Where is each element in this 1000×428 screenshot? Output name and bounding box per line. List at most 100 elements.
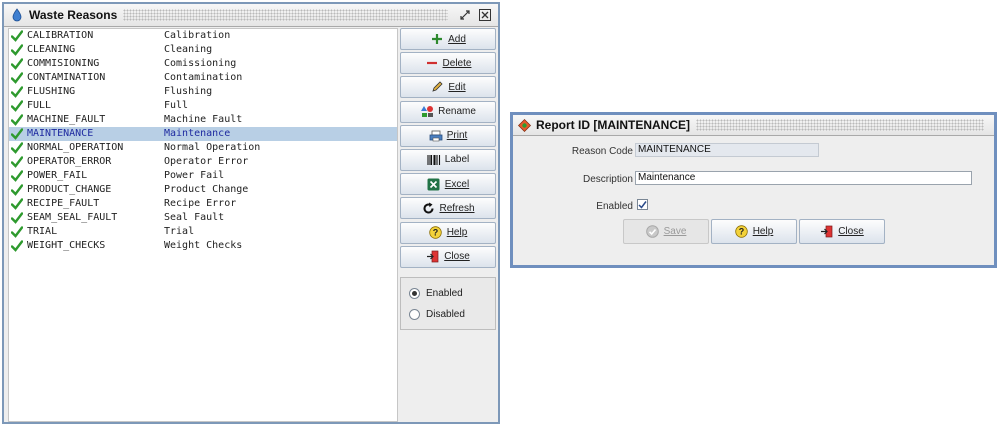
checkmark-icon (11, 212, 23, 224)
table-row[interactable]: SEAM_SEAL_FAULT Seal Fault (9, 211, 397, 225)
disabled-radio-dot[interactable] (409, 309, 420, 320)
table-row[interactable]: POWER_FAIL Power Fail (9, 169, 397, 183)
rename-button[interactable]: Rename (400, 100, 496, 123)
table-row[interactable]: TRIAL Trial (9, 225, 397, 239)
reason-description: Full (164, 100, 189, 111)
table-row[interactable]: OPERATOR_ERROR Operator Error (9, 155, 397, 169)
dialog-title-bar[interactable]: Report ID [MAINTENANCE] (513, 115, 994, 136)
reason-code: CLEANING (27, 44, 76, 55)
checkmark-icon (11, 86, 23, 98)
print-button-label: Print (446, 130, 468, 142)
reason-description: Flushing (164, 86, 213, 97)
help-button[interactable]: ? Help (400, 221, 496, 244)
label-button[interactable]: Label (400, 148, 496, 171)
checkmark-icon (11, 170, 23, 182)
description-label: Description (582, 174, 633, 185)
close-button[interactable]: Close (400, 245, 496, 268)
report-id-dialog: Report ID [MAINTENANCE] Reason Code MAIN… (510, 112, 997, 268)
table-row[interactable]: COMMISIONING Comissioning (9, 57, 397, 71)
enabled-radio-dot[interactable] (409, 288, 420, 299)
water-drop-icon (12, 8, 22, 22)
dialog-close-button-label: Close (838, 226, 864, 237)
shapes-icon (420, 105, 434, 119)
help-icon: ? (429, 226, 443, 240)
table-row[interactable]: NORMAL_OPERATION Normal Operation (9, 141, 397, 155)
svg-text:?: ? (739, 227, 745, 237)
reason-code-label: Reason Code (571, 146, 633, 157)
dialog-close-button[interactable]: Close (799, 219, 885, 244)
reason-code: POWER_FAIL (27, 170, 88, 181)
excel-button[interactable]: Excel (400, 173, 496, 196)
reason-description: Normal Operation (164, 142, 261, 153)
table-row[interactable]: CONTAMINATION Contamination (9, 71, 397, 85)
print-button[interactable]: Print (400, 124, 496, 147)
help-icon: ? (735, 225, 749, 239)
save-check-icon (646, 225, 660, 239)
close-button-label: Close (444, 251, 470, 263)
add-button-label: Add (448, 33, 466, 45)
reason-code: MAINTENANCE (27, 128, 94, 139)
reason-description: Recipe Error (164, 198, 237, 209)
excel-button-label: Excel (444, 178, 470, 190)
table-row[interactable]: FLUSHING Flushing (9, 85, 397, 99)
window-title: Waste Reasons (29, 8, 118, 22)
checkmark-icon (11, 44, 23, 56)
waste-reason-list[interactable]: CALIBRATION Calibration CLEANING Cleaning CO… (8, 28, 398, 422)
reason-code: CONTAMINATION (27, 72, 106, 83)
table-row[interactable]: CALIBRATION Calibration (9, 29, 397, 43)
close-icon[interactable] (478, 8, 492, 22)
delete-button-label: Delete (442, 57, 472, 69)
title-bar[interactable]: Waste Reasons (4, 4, 498, 27)
reason-code: PRODUCT_CHANGE (27, 184, 112, 195)
enabled-radio[interactable]: Enabled (409, 288, 463, 299)
edit-button[interactable]: Edit (400, 76, 496, 99)
rename-button-label: Rename (438, 106, 476, 118)
reason-description: Power Fail (164, 170, 225, 181)
reason-description: Weight Checks (164, 240, 243, 251)
reason-description: Seal Fault (164, 212, 225, 223)
checkmark-icon (11, 226, 23, 238)
title-grip (123, 9, 448, 21)
disabled-radio[interactable]: Disabled (409, 309, 465, 320)
reason-code: RECIPE_FAULT (27, 198, 100, 209)
table-row[interactable]: FULL Full (9, 99, 397, 113)
edit-button-label: Edit (448, 81, 466, 93)
table-row[interactable]: RECIPE_FAULT Recipe Error (9, 197, 397, 211)
dialog-help-button[interactable]: ? Help (711, 219, 797, 244)
pencil-icon (430, 80, 444, 94)
checkmark-icon (11, 142, 23, 154)
table-row[interactable]: WEIGHT_CHECKS Weight Checks (9, 239, 397, 253)
restore-icon[interactable] (458, 8, 472, 22)
enabled-checkbox[interactable] (637, 199, 648, 210)
reason-description: Machine Fault (164, 114, 243, 125)
reason-description: Calibration (164, 30, 231, 41)
checkmark-icon (11, 156, 23, 168)
action-buttons: Add Delete Edit Rename Print Label Excel (400, 28, 496, 270)
reason-description: Trial (164, 226, 195, 237)
add-button[interactable]: Add (400, 28, 496, 50)
checkmark-icon (11, 30, 23, 42)
reason-code: WEIGHT_CHECKS (27, 240, 106, 251)
reason-code: MACHINE_FAULT (27, 114, 106, 125)
table-row[interactable]: PRODUCT_CHANGE Product Change (9, 183, 397, 197)
save-button[interactable]: Save (623, 219, 709, 244)
reason-code: TRIAL (27, 226, 58, 237)
dialog-help-button-label: Help (752, 226, 774, 237)
barcode-icon (427, 153, 441, 167)
delete-button[interactable]: Delete (400, 52, 496, 75)
table-row[interactable]: MACHINE_FAULT Machine Fault (9, 113, 397, 127)
refresh-button[interactable]: Refresh (400, 197, 496, 220)
table-row[interactable]: CLEANING Cleaning (9, 43, 397, 57)
reason-code: NORMAL_OPERATION (27, 142, 124, 153)
refresh-icon (421, 201, 435, 215)
description-input[interactable]: Maintenance (635, 171, 972, 185)
checkmark-icon (11, 184, 23, 196)
printer-icon (429, 129, 443, 143)
checkmark-icon (11, 72, 23, 84)
refresh-button-label: Refresh (439, 202, 475, 214)
reason-description: Comissioning (164, 58, 237, 69)
reason-description: Contamination (164, 72, 243, 83)
minus-icon (425, 56, 439, 70)
table-row[interactable]: MAINTENANCE Maintenance (9, 127, 397, 141)
dialog-title-grip (696, 119, 984, 131)
